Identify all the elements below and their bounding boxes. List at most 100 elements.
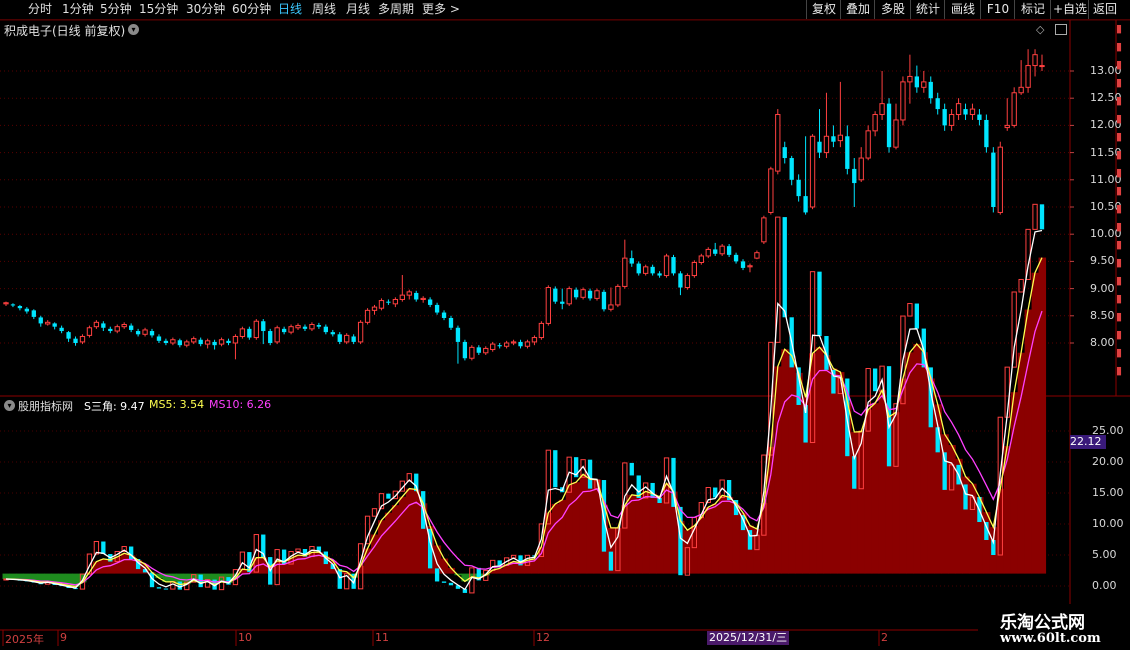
indicator-bar: [997, 416, 1003, 556]
indicator-bar: [636, 475, 641, 498]
indicator-name[interactable]: 股朋指标网: [18, 398, 73, 414]
period-tab-0[interactable]: 分时: [28, 1, 52, 18]
indicator-area: [850, 432, 859, 574]
candle-body: [309, 324, 315, 330]
toolbar-button-7[interactable]: +自选: [1050, 0, 1089, 19]
indicator-area: [37, 573, 45, 583]
indicator-area: [134, 560, 143, 574]
period-tab-1[interactable]: 1分钟: [62, 1, 94, 18]
candle-body: [101, 323, 106, 328]
candle-body: [768, 168, 774, 213]
period-tab-7[interactable]: 周线: [312, 1, 336, 18]
indicator-area: [1010, 392, 1019, 574]
candle-body: [261, 321, 266, 332]
price-axis-label: 9.50: [1090, 254, 1115, 268]
period-tab-8[interactable]: 月线: [346, 1, 370, 18]
indicator-bar: [86, 553, 93, 575]
indicator-area: [405, 488, 414, 574]
indicator-bar: [796, 367, 801, 405]
toolbar-button-5[interactable]: F10: [980, 0, 1015, 19]
diamond-icon[interactable]: ◇: [1036, 23, 1044, 36]
indicator-bar: [212, 579, 217, 590]
candle-body: [942, 109, 947, 126]
date-axis-label: 12: [536, 631, 550, 644]
candle-body: [650, 266, 655, 274]
candle-body: [518, 341, 523, 347]
indicator-bar: [538, 523, 545, 557]
candle-body: [323, 326, 328, 333]
indicator-bar: [553, 450, 558, 488]
indicator-area: [183, 573, 191, 584]
candle-body: [399, 294, 405, 300]
candle-body: [1018, 86, 1024, 94]
window-toggle-icon[interactable]: [1055, 24, 1067, 35]
indicator-bar: [66, 586, 71, 589]
indicator-area: [99, 558, 108, 574]
indicator-axis-label: 10.00: [1092, 517, 1124, 530]
period-tab-2[interactable]: 5分钟: [100, 1, 132, 18]
cursor-date: 2025/12/31/三: [707, 631, 790, 645]
indicator-bar: [969, 496, 976, 510]
date-axis-label: 11: [375, 631, 389, 644]
period-tab-4[interactable]: 30分钟: [186, 1, 225, 18]
indicator-area: [864, 409, 873, 574]
candle-body: [198, 339, 203, 345]
indicator-area: [468, 573, 476, 577]
indicator-area: [670, 491, 678, 574]
price-chart[interactable]: [0, 0, 1130, 650]
toolbar-button-8[interactable]: 返回: [1088, 0, 1121, 19]
candle-body: [1039, 65, 1045, 68]
indicator-area: [190, 573, 198, 581]
candle-body: [997, 146, 1003, 213]
indicator-area: [461, 573, 469, 582]
candle-body: [1011, 92, 1017, 126]
indicator-bar: [518, 555, 523, 566]
indicator-bar: [789, 317, 794, 368]
indicator-area: [690, 525, 699, 574]
toolbar-button-0[interactable]: 复权: [806, 0, 841, 19]
indicator-bar: [879, 365, 885, 392]
candle-body: [364, 309, 371, 323]
indicator-bar: [963, 484, 968, 510]
candle-body: [357, 321, 364, 343]
indicator-bar: [560, 487, 565, 493]
indicator-bar: [414, 473, 419, 492]
candle-body: [441, 312, 447, 318]
indicator-area: [517, 562, 525, 574]
chevron-down-icon[interactable]: ▾: [4, 400, 15, 411]
indicator-bar: [184, 581, 190, 591]
candle-body: [643, 266, 649, 274]
indicator-bar: [483, 569, 489, 581]
indicator-area: [989, 527, 998, 574]
candle-body: [247, 328, 252, 338]
indicator-area: [753, 528, 762, 574]
toolbar-button-1[interactable]: 叠加: [840, 0, 875, 19]
period-tab-6[interactable]: 日线: [278, 1, 302, 18]
candle-body: [93, 321, 100, 328]
indicator-area: [92, 561, 101, 574]
candle-body: [817, 141, 822, 153]
chevron-down-icon[interactable]: ▾: [128, 24, 139, 35]
candle-body: [239, 328, 246, 337]
period-tab-10[interactable]: 更多 >: [422, 1, 460, 18]
period-tab-9[interactable]: 多周期: [378, 1, 414, 18]
indicator-bar: [705, 487, 711, 504]
indicator-area: [871, 403, 880, 574]
indicator-area: [315, 552, 323, 574]
indicator-bar: [38, 582, 43, 585]
indicator-area: [357, 565, 365, 574]
indicator-bar: [545, 449, 551, 525]
toolbar-button-3[interactable]: 统计: [910, 0, 945, 19]
period-tab-3[interactable]: 15分钟: [139, 1, 178, 18]
indicator-bar: [803, 404, 808, 443]
toolbar-button-6[interactable]: 标记: [1014, 0, 1051, 19]
candle-body: [156, 336, 162, 341]
candle-body: [629, 258, 634, 264]
toolbar-button-2[interactable]: 多股: [874, 0, 911, 19]
toolbar-button-4[interactable]: 画线: [944, 0, 981, 19]
indicator-bar: [73, 588, 78, 590]
indicator-bar: [218, 576, 225, 591]
indicator-bar: [948, 464, 955, 491]
period-tab-5[interactable]: 60分钟: [232, 1, 271, 18]
candle-body: [935, 98, 940, 110]
